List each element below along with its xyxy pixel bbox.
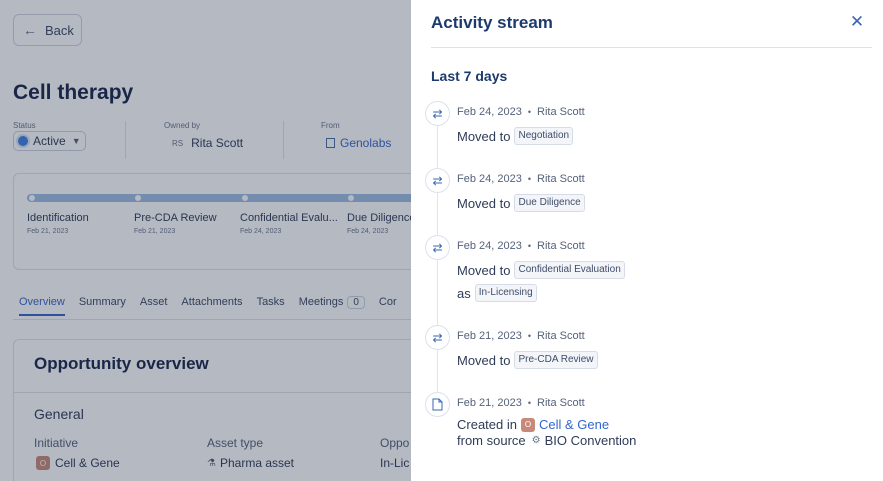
bullet: • [527, 398, 531, 408]
event-date: Feb 21, 2023 [457, 397, 522, 409]
event-verb: Moved to [457, 262, 511, 278]
event-text: Created in O Cell & Gene [457, 417, 609, 432]
divider [431, 47, 872, 48]
event-text: Moved to Due Diligence [457, 194, 585, 212]
bullet: • [527, 107, 531, 117]
event-user: Rita Scott [537, 173, 585, 185]
event-date: Feb 24, 2023 [457, 240, 522, 252]
stage-chip: Confidential Evaluation [514, 261, 625, 279]
event-date: Feb 24, 2023 [457, 106, 522, 118]
initiative-badge-icon: O [520, 417, 535, 432]
bullet: • [527, 241, 531, 251]
event-text: Moved to Confidential Evaluation [457, 261, 625, 279]
modal-backdrop[interactable] [0, 0, 411, 481]
bullet: • [527, 331, 531, 341]
stage-chip: Negotiation [514, 127, 574, 145]
event-user: Rita Scott [537, 240, 585, 252]
category-chip: In-Licensing [474, 284, 537, 302]
swap-arrows-icon: ⇄ [425, 325, 450, 350]
source-value: BIO Convention [544, 433, 637, 448]
bullet: • [527, 174, 531, 184]
event-source: from source ⚙ BIO Convention [457, 433, 636, 448]
event-text: Moved to Pre-CDA Review [457, 351, 598, 369]
event-meta: Feb 24, 2023 • Rita Scott [457, 106, 585, 118]
source-label: from source [457, 433, 526, 448]
event-meta: Feb 24, 2023 • Rita Scott [457, 173, 585, 185]
event-verb: Created in [457, 417, 517, 432]
event-user: Rita Scott [537, 106, 585, 118]
swap-arrows-icon: ⇄ [425, 168, 450, 193]
event-verb: Moved to [457, 195, 511, 211]
event-meta: Feb 24, 2023 • Rita Scott [457, 240, 585, 252]
swap-arrows-icon: ⇄ [425, 235, 450, 260]
swap-arrows-icon: ⇄ [425, 101, 450, 126]
event-user: Rita Scott [537, 397, 585, 409]
event-date: Feb 21, 2023 [457, 330, 522, 342]
event-date: Feb 24, 2023 [457, 173, 522, 185]
period-heading: Last 7 days [431, 68, 508, 84]
event-user: Rita Scott [537, 330, 585, 342]
initiative-link[interactable]: Cell & Gene [539, 417, 609, 432]
source-icon: ⚙ [531, 435, 541, 446]
event-verb: Moved to [457, 352, 511, 368]
event-as-word: as [457, 285, 471, 301]
document-icon [425, 392, 450, 417]
activity-stream-drawer: Activity stream ✕ Last 7 days ⇄ Feb 24, … [411, 0, 883, 481]
close-icon[interactable]: ✕ [849, 13, 865, 30]
event-text: Moved to Negotiation [457, 127, 574, 145]
drawer-title: Activity stream [431, 13, 553, 32]
event-verb: Moved to [457, 128, 511, 144]
event-text-secondary: as In-Licensing [457, 284, 537, 302]
event-meta: Feb 21, 2023 • Rita Scott [457, 330, 585, 342]
event-meta: Feb 21, 2023 • Rita Scott [457, 397, 585, 409]
stage-chip: Pre-CDA Review [514, 351, 598, 369]
stage-chip: Due Diligence [514, 194, 585, 212]
